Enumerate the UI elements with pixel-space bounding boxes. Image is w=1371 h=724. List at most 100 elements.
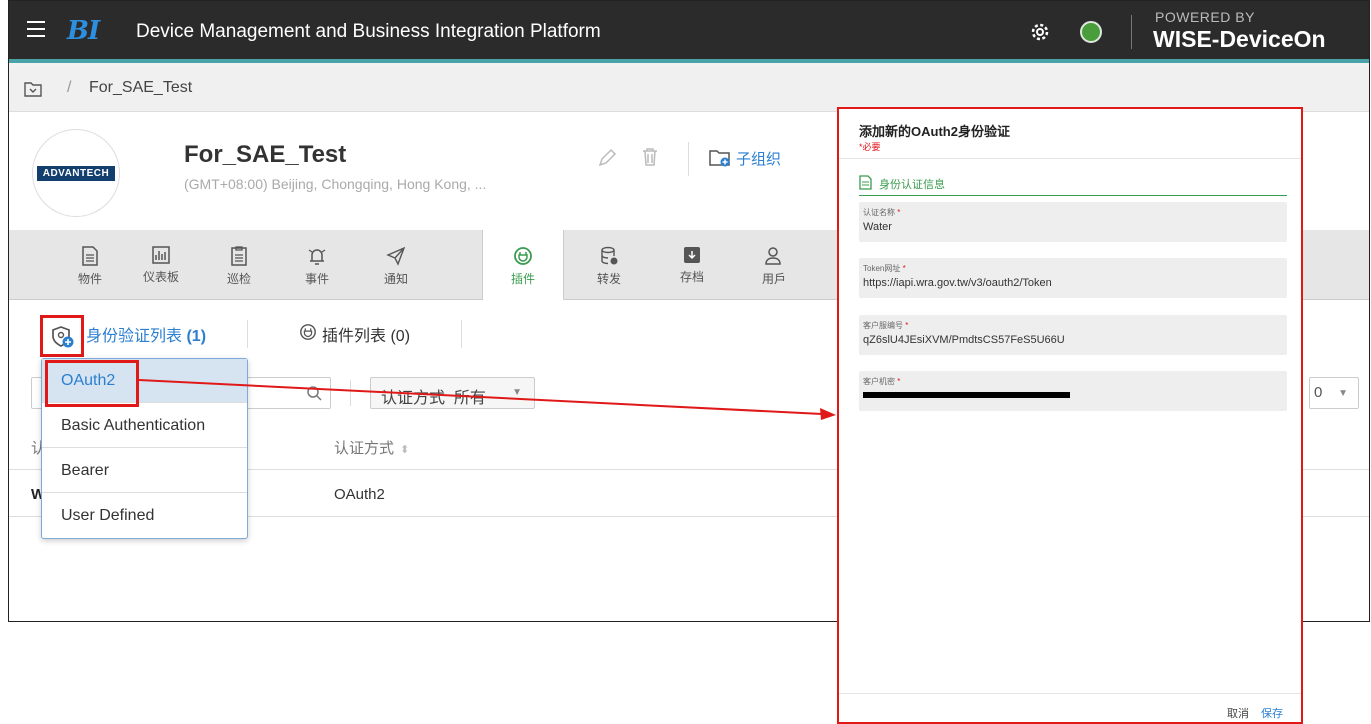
section-header: 身份认证信息 <box>859 175 1287 196</box>
token-url-field[interactable]: Token网址 * https://iapi.wra.gov.tw/v3/oau… <box>859 258 1287 298</box>
dashboard-icon <box>152 246 170 264</box>
option-basic-auth[interactable]: Basic Authentication <box>42 404 247 448</box>
document-icon <box>82 246 98 266</box>
subtab-divider <box>461 320 462 348</box>
cell-method: OAuth2 <box>334 486 385 503</box>
filter-value: 所有 <box>453 390 486 407</box>
tab-notifications[interactable]: 通知 <box>355 230 437 300</box>
org-name: For_SAE_Test <box>184 141 347 168</box>
filter-divider <box>350 380 351 406</box>
tab-label: 插件 <box>510 272 535 286</box>
search-icon[interactable] <box>306 385 322 406</box>
tab-inspection[interactable]: 巡检 <box>198 230 280 300</box>
oauth2-dialog: 添加新的OAuth2身份验证 *必要 身份认证信息 认证名称 * Water T… <box>837 107 1303 724</box>
powered-by-label: POWERED BY <box>1155 9 1255 25</box>
page-size-select[interactable]: 0 ▼ <box>1309 377 1359 409</box>
field-label-text: 认证名称 <box>863 208 895 217</box>
dialog-divider <box>839 158 1301 159</box>
filter-label: 认证方式 <box>381 390 446 407</box>
tab-dashboard[interactable]: 仪表板 <box>120 230 202 300</box>
gear-icon[interactable] <box>1029 21 1051 48</box>
tab-label: 物件 <box>77 272 102 286</box>
tab-plugin-list[interactable]: 插件列表 (0) <box>322 322 410 346</box>
section-title: 身份认证信息 <box>879 179 945 191</box>
archive-icon <box>684 247 700 263</box>
column-header-method-label: 认证方式 <box>334 440 395 457</box>
database-icon <box>601 246 618 265</box>
tab-label: 用戶 <box>761 272 786 286</box>
tab-auth-list[interactable]: 身份验证列表 (1) <box>86 322 206 346</box>
cancel-button[interactable]: 取消 <box>1227 705 1249 721</box>
auth-method-filter[interactable]: 认证方式 所有 ▼ <box>370 377 535 409</box>
app-logo: BI <box>67 16 100 46</box>
plugin-icon <box>299 323 317 346</box>
tab-label: 存档 <box>679 270 704 284</box>
tab-objects[interactable]: 物件 <box>49 230 131 300</box>
client-id-field[interactable]: 客户服编号 * qZ6slU4JEsiXVM/PmdtsCS57FeS5U66U <box>859 315 1287 355</box>
required-mark: * <box>897 208 901 217</box>
org-timezone: (GMT+08:00) Beijing, Chongqing, Hong Kon… <box>184 176 487 192</box>
field-label-text: Token网址 <box>863 264 901 273</box>
option-bearer[interactable]: Bearer <box>42 449 247 493</box>
user-avatar[interactable] <box>1080 21 1102 43</box>
chevron-down-icon: ▼ <box>512 387 522 398</box>
alarm-icon <box>308 249 326 265</box>
sort-icon[interactable]: ⬍ <box>400 444 409 456</box>
option-user-defined[interactable]: User Defined <box>42 494 247 538</box>
tab-users[interactable]: 用戶 <box>733 230 815 300</box>
highlight-box <box>45 360 139 407</box>
required-mark: * <box>902 264 906 273</box>
required-note: *必要 <box>859 142 881 152</box>
dialog-footer-divider <box>839 693 1301 694</box>
shield-add-icon <box>52 326 74 348</box>
breadcrumb-current[interactable]: For_SAE_Test <box>89 79 192 97</box>
folder-icon[interactable] <box>24 81 42 102</box>
client-secret-field[interactable]: 客户机密 * <box>859 371 1287 411</box>
required-mark: * <box>897 377 901 386</box>
tab-archive[interactable]: 存档 <box>651 230 733 300</box>
sub-org-label: 子组织 <box>736 151 782 168</box>
add-folder-icon <box>709 150 730 167</box>
tab-plugins[interactable]: 插件 <box>482 230 564 301</box>
chevron-down-icon: ▼ <box>1338 388 1348 399</box>
tab-label: 事件 <box>304 272 329 286</box>
column-header-method[interactable]: 认证方式 ⬍ <box>334 437 409 458</box>
breadcrumb: / For_SAE_Test <box>9 67 1369 112</box>
plugin-icon <box>514 247 532 265</box>
plugin-list-count: (0) <box>390 328 411 345</box>
plugin-list-label: 插件列表 <box>322 328 387 345</box>
field-label: 客户服编号 * <box>863 320 908 331</box>
field-label: 认证名称 * <box>863 207 900 218</box>
tab-label: 通知 <box>383 272 408 286</box>
auth-list-label: 身份验证列表 <box>86 328 183 345</box>
tab-events[interactable]: 事件 <box>276 230 358 300</box>
add-auth-button[interactable] <box>40 315 84 357</box>
auth-name-field[interactable]: 认证名称 * Water <box>859 202 1287 242</box>
field-value: qZ6slU4JEsiXVM/PmdtsCS57FeS5U66U <box>863 334 1065 346</box>
trash-icon[interactable] <box>641 147 659 172</box>
edit-icon[interactable] <box>597 148 617 173</box>
field-value: https://iapi.wra.gov.tw/v3/oauth2/Token <box>863 277 1052 289</box>
clipboard-icon <box>231 246 247 266</box>
field-label: 客户机密 * <box>863 376 900 387</box>
header-divider <box>688 142 689 176</box>
field-label: Token网址 * <box>863 263 906 274</box>
document-icon <box>859 175 872 190</box>
redacted-value <box>863 392 1070 398</box>
brand-logo: WISE-DeviceOn <box>1153 26 1326 52</box>
auth-list-count: (1) <box>186 328 207 345</box>
required-mark: * <box>905 321 909 330</box>
breadcrumb-separator: / <box>67 79 72 96</box>
save-button[interactable]: 保存 <box>1261 705 1283 721</box>
field-label-text: 客户服编号 <box>863 321 903 330</box>
tab-forwarding[interactable]: 转发 <box>568 230 650 300</box>
sub-org-button[interactable]: 子组织 <box>709 148 781 169</box>
tab-label: 转发 <box>596 272 621 286</box>
org-logo-text: ADVANTECH <box>37 166 115 181</box>
dialog-title: 添加新的OAuth2身份验证 <box>859 124 1010 139</box>
menu-icon[interactable] <box>27 21 45 37</box>
app-title: Device Management and Business Integrati… <box>136 21 601 42</box>
field-label-text: 客户机密 <box>863 377 895 386</box>
field-value: Water <box>863 221 892 233</box>
topbar-divider <box>1131 15 1132 49</box>
